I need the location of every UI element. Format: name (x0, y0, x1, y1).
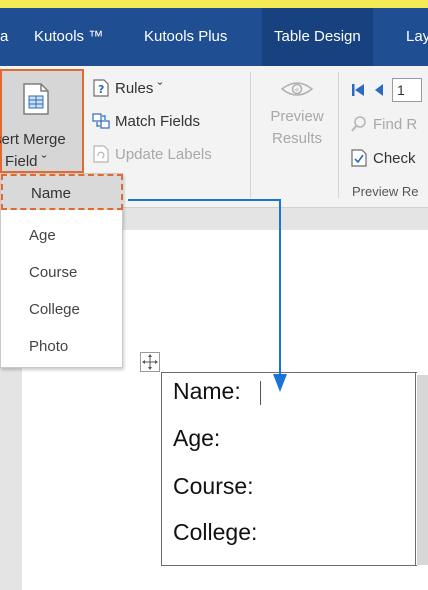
field-label-college: College: (173, 519, 258, 545)
ribbon-tab-bar: a Kutools ™ Kutools Plus Table Design La… (0, 8, 428, 66)
check-errors-label: Check (373, 149, 416, 167)
tab-table-design[interactable]: Table Design (262, 8, 373, 66)
svg-text:?: ? (98, 83, 104, 96)
update-labels-button[interactable]: Update Labels (92, 142, 212, 166)
tab-truncated-left[interactable]: a (0, 8, 8, 66)
field-label-course: Course: (173, 473, 254, 499)
preview-results-label: Preview (270, 108, 324, 125)
preview-results-group-label: Preview Re (352, 184, 419, 199)
match-fields-label: Match Fields (115, 112, 201, 130)
insert-merge-field-button[interactable]: sert Merge Field ˇ (0, 69, 84, 173)
tab-layout[interactable]: Lay (406, 8, 428, 66)
merge-field-option-name[interactable]: Name (1, 174, 123, 210)
update-labels-icon (93, 145, 109, 163)
find-recipient-label: Find R (373, 115, 418, 133)
insert-merge-field-label: sert Merge (0, 131, 66, 148)
table-column-border (415, 372, 416, 566)
preview-eye-icon: « (280, 82, 314, 96)
insert-merge-field-label-2: Field ˇ (5, 153, 47, 170)
text-cursor (260, 381, 261, 405)
match-fields-button[interactable]: Match Fields (92, 109, 200, 133)
table-move-handle[interactable] (140, 352, 160, 372)
check-errors-icon (351, 149, 367, 167)
svg-text:«: « (295, 85, 300, 94)
group-separator-2 (338, 72, 339, 198)
rules-icon: ? (93, 79, 109, 97)
group-separator (250, 72, 251, 198)
merge-field-option-age[interactable]: Age (29, 227, 56, 244)
merge-field-dropdown: Name Age Course College Photo (0, 173, 123, 368)
page-right-margin (417, 375, 428, 565)
rules-label: Rules ˇ (115, 79, 163, 97)
find-recipient-button[interactable]: Find R (350, 112, 417, 136)
previous-record-icon[interactable] (372, 82, 386, 98)
match-fields-icon (92, 113, 110, 129)
preview-results-label-2: Results (271, 130, 323, 147)
merge-field-option-college[interactable]: College (29, 301, 80, 318)
field-label-age: Age: (173, 425, 221, 451)
record-navigation: 1 (350, 78, 422, 102)
update-labels-label: Update Labels (115, 145, 212, 163)
merge-field-doc-icon (23, 83, 49, 115)
merge-field-option-course[interactable]: Course (29, 264, 77, 281)
move-arrows-icon (142, 354, 158, 370)
check-errors-button[interactable]: Check (350, 146, 416, 170)
field-label-name: Name: (173, 378, 241, 404)
tab-kutools-plus[interactable]: Kutools Plus (144, 8, 227, 66)
top-highlight-stripe (0, 0, 428, 8)
tab-kutools[interactable]: Kutools ™ (34, 8, 103, 66)
preview-results-button[interactable]: « Preview Results (262, 78, 332, 150)
record-number-input[interactable]: 1 (392, 78, 422, 102)
merge-field-option-photo[interactable]: Photo (29, 338, 68, 355)
rules-button[interactable]: ? Rules ˇ (92, 76, 163, 100)
find-recipient-icon (351, 116, 366, 132)
first-record-icon[interactable] (350, 82, 366, 98)
